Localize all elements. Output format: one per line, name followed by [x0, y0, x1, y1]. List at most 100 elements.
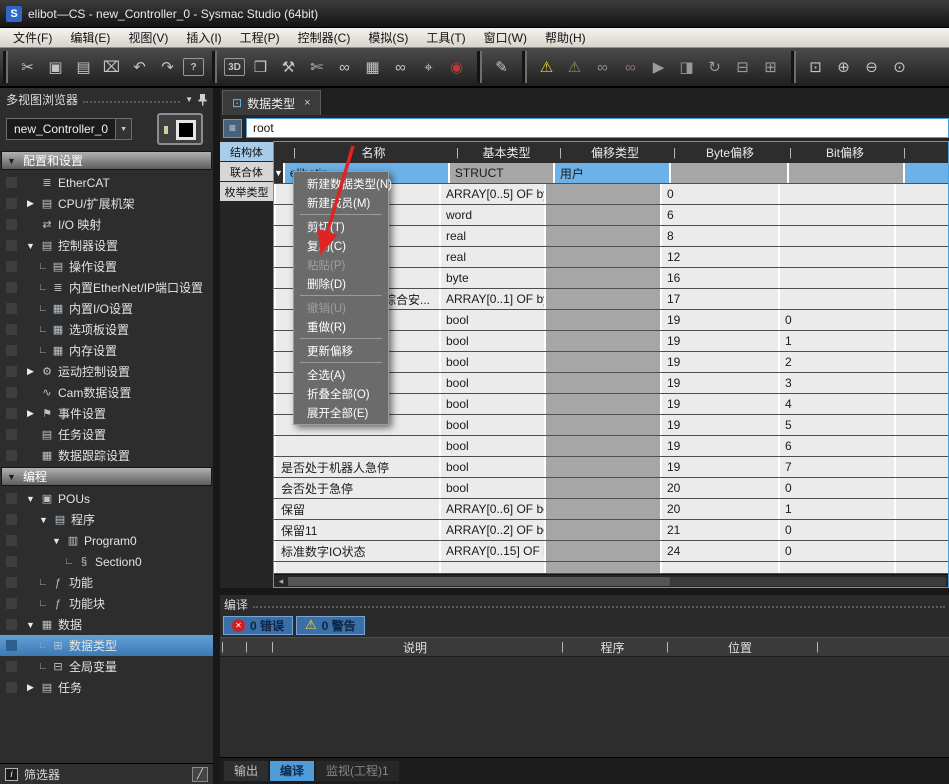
- watch-table-icon[interactable]: ▦: [360, 55, 385, 80]
- bit-offset-cell[interactable]: 0: [780, 478, 894, 498]
- controller-dropdown-icon[interactable]: ▼: [115, 119, 131, 139]
- extra-cell[interactable]: [896, 268, 948, 288]
- base-type-cell[interactable]: real: [441, 226, 544, 246]
- bottom-tab-build[interactable]: 编译: [270, 761, 314, 781]
- extra-cell[interactable]: [896, 478, 948, 498]
- extra-cell[interactable]: [896, 331, 948, 351]
- byte-offset-cell[interactable]: 19: [662, 457, 778, 477]
- base-type-cell[interactable]: bool: [441, 394, 544, 414]
- monitor-stop-icon[interactable]: ∞: [618, 55, 643, 80]
- bit-offset-cell[interactable]: [780, 268, 894, 288]
- context-menu-copy[interactable]: 复制(C): [294, 236, 388, 255]
- byte-offset-cell[interactable]: 24: [662, 541, 778, 561]
- offset-type-cell[interactable]: [546, 499, 660, 519]
- menu-item-3[interactable]: 插入(I): [177, 29, 230, 46]
- offset-type-cell[interactable]: [546, 394, 660, 414]
- byte-offset-cell[interactable]: 6: [662, 205, 778, 225]
- offset-type-cell[interactable]: [546, 478, 660, 498]
- base-type-cell[interactable]: bool: [441, 415, 544, 435]
- delete-icon[interactable]: ⌧: [99, 55, 124, 80]
- bit-offset-cell[interactable]: [780, 289, 894, 309]
- name-cell[interactable]: 保留11: [276, 520, 439, 540]
- zoom-100-icon[interactable]: ⊙: [887, 55, 912, 80]
- base-type-cell[interactable]: bool: [441, 436, 544, 456]
- controller-error-off-icon[interactable]: ⚠: [562, 55, 587, 80]
- offset-type-cell[interactable]: [546, 247, 660, 267]
- context-menu-redo[interactable]: 重做(R): [294, 317, 388, 336]
- extra-cell[interactable]: [896, 457, 948, 477]
- bit-offset-cell[interactable]: [780, 205, 894, 225]
- expand-open-icon[interactable]: ▼: [25, 494, 36, 504]
- name-cell[interactable]: 是否处于机器人急停: [276, 457, 439, 477]
- extra-cell[interactable]: [896, 226, 948, 246]
- extra-cell[interactable]: [896, 394, 948, 414]
- offset-type-cell[interactable]: [546, 415, 660, 435]
- context-menu-expand-all[interactable]: 展开全部(E): [294, 403, 388, 422]
- help-icon[interactable]: ?: [183, 58, 204, 76]
- offset-type-cell[interactable]: [546, 268, 660, 288]
- offset-type-cell[interactable]: [546, 436, 660, 456]
- name-cell[interactable]: 标准数字IO状态: [276, 541, 439, 561]
- bit-offset-cell[interactable]: 3: [780, 373, 894, 393]
- bit-offset-cell[interactable]: [780, 226, 894, 246]
- base-type-cell[interactable]: ARRAY[0..2] OF bool: [441, 520, 544, 540]
- filter-pin-icon[interactable]: ╱: [192, 767, 208, 782]
- tree-item-builtin-io[interactable]: ∟▦内置I/O设置: [0, 298, 213, 319]
- offset-type-cell[interactable]: 用户: [555, 163, 669, 183]
- base-type-cell[interactable]: bool: [441, 457, 544, 477]
- tab-data-types[interactable]: ⊡ 数据类型 ×: [222, 90, 321, 115]
- offset-type-cell[interactable]: [546, 457, 660, 477]
- base-type-cell[interactable]: ARRAY[0..6] OF bool: [441, 499, 544, 519]
- side-tab-structures[interactable]: 结构体: [220, 142, 273, 161]
- offset-type-cell[interactable]: [546, 352, 660, 372]
- tree-item-global-variables[interactable]: ∟⊟全局变量: [0, 656, 213, 677]
- rebuild-icon[interactable]: ⚒: [276, 55, 301, 80]
- base-type-cell[interactable]: bool: [441, 331, 544, 351]
- extra-cell[interactable]: [896, 352, 948, 372]
- context-menu-select-all[interactable]: 全选(A): [294, 365, 388, 384]
- base-type-cell[interactable]: byte: [441, 268, 544, 288]
- context-menu-new-member[interactable]: 新建成员(M): [294, 193, 388, 212]
- tree-item-task-settings[interactable]: ▤任务设置: [0, 424, 213, 445]
- bit-offset-cell[interactable]: 7: [780, 457, 894, 477]
- tree-item-data-types[interactable]: ∟⊞数据类型: [0, 635, 213, 656]
- column-header-0[interactable]: |名称: [292, 142, 455, 163]
- byte-offset-cell[interactable]: 21: [662, 520, 778, 540]
- tree-item-functions[interactable]: ∟ƒ功能: [0, 572, 213, 593]
- side-tab-unions[interactable]: 联合体: [220, 162, 273, 181]
- 3d-view-icon[interactable]: 3D: [224, 58, 245, 76]
- error-count-badge[interactable]: ✕ 0 错误: [223, 616, 293, 635]
- offset-type-cell[interactable]: [546, 331, 660, 351]
- byte-offset-cell[interactable]: 0: [662, 184, 778, 204]
- extra-cell[interactable]: [896, 184, 948, 204]
- bit-offset-cell[interactable]: 4: [780, 394, 894, 414]
- base-type-cell[interactable]: bool: [441, 478, 544, 498]
- menu-item-4[interactable]: 工程(P): [231, 29, 289, 46]
- cut-icon[interactable]: ✂: [15, 55, 40, 80]
- check-program-icon[interactable]: ✄: [304, 55, 329, 80]
- byte-offset-cell[interactable]: 8: [662, 226, 778, 246]
- bit-offset-cell[interactable]: [780, 562, 894, 573]
- zoom-out-icon[interactable]: ⊖: [859, 55, 884, 80]
- expand-open-icon[interactable]: ▼: [51, 536, 62, 546]
- chevron-down-icon[interactable]: ▼: [185, 95, 193, 104]
- tree-item-data-trace[interactable]: ▦数据跟踪设置: [0, 445, 213, 466]
- tree-item-memory-settings[interactable]: ∟▦内存设置: [0, 340, 213, 361]
- zoom-fit-icon[interactable]: ⊡: [803, 55, 828, 80]
- base-type-cell[interactable]: word: [441, 205, 544, 225]
- byte-offset-cell[interactable]: 19: [662, 415, 778, 435]
- horizontal-scrollbar[interactable]: ◂: [274, 574, 948, 587]
- extra-cell[interactable]: [896, 205, 948, 225]
- bit-offset-cell[interactable]: [780, 184, 894, 204]
- context-menu-new-data-type[interactable]: 新建数据类型(N): [294, 174, 388, 193]
- offset-type-cell[interactable]: [546, 541, 660, 561]
- abort-icon[interactable]: ◉: [444, 55, 469, 80]
- offset-type-cell[interactable]: [546, 310, 660, 330]
- bit-offset-cell[interactable]: 6: [780, 436, 894, 456]
- offset-type-cell[interactable]: [546, 289, 660, 309]
- byte-offset-cell[interactable]: 19: [662, 352, 778, 372]
- controller-error-icon[interactable]: ⚠: [534, 55, 559, 80]
- bit-offset-cell[interactable]: 1: [780, 331, 894, 351]
- base-type-cell[interactable]: bool: [441, 310, 544, 330]
- sidebar-splitter[interactable]: [213, 88, 220, 784]
